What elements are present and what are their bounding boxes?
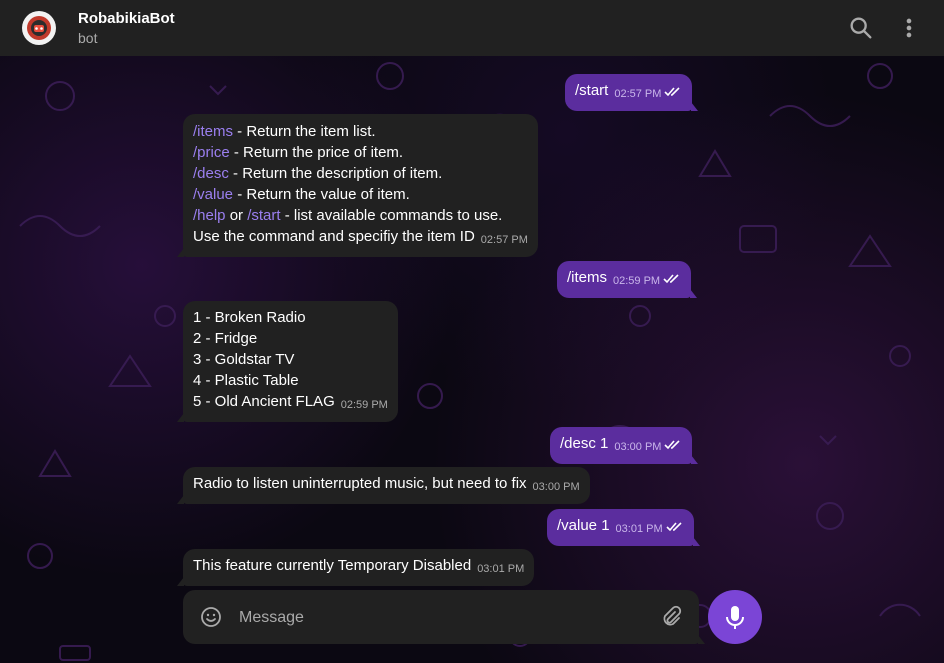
robot-logo-icon <box>23 12 55 44</box>
message-composer <box>183 590 705 644</box>
message-line: /value - Return the value of item. <box>193 184 528 205</box>
line-text: - Return the description of item. <box>228 165 443 182</box>
chat-title[interactable]: RobabikiaBot <box>78 10 175 27</box>
chat-header: RobabikiaBot bot <box>0 0 944 56</box>
microphone-icon <box>726 606 744 629</box>
message-line: 2 - Fridge <box>193 330 258 347</box>
double-check-icon <box>666 522 682 532</box>
message-time: 02:59 PM <box>613 275 661 287</box>
chat-status: bot <box>78 30 98 46</box>
line-text: - Return the value of item. <box>233 186 410 203</box>
line-text: - list available commands to use. <box>280 207 503 224</box>
message-line: /help or /start - list available command… <box>193 205 528 226</box>
message-text: /items <box>567 269 608 286</box>
message-line: Use the command and specifiy the item ID… <box>193 226 528 251</box>
outgoing-message[interactable]: /desc 1 03:00 PM <box>550 427 699 464</box>
line-text: - Return the price of item. <box>229 144 404 161</box>
outgoing-message[interactable]: /start 02:57 PM <box>565 74 699 111</box>
bot-avatar[interactable] <box>22 11 56 45</box>
message-line: /desc - Return the description of item. <box>193 163 528 184</box>
line-text: Use the command and specifiy the item ID <box>193 228 475 245</box>
message-time: 02:57 PM <box>480 234 528 246</box>
incoming-message[interactable]: This feature currently Temporary Disable… <box>176 549 535 586</box>
more-vert-icon <box>906 18 912 38</box>
command-link[interactable]: /start <box>247 207 280 224</box>
command-link[interactable]: /value <box>193 186 233 203</box>
outgoing-message[interactable]: /value 1 03:01 PM <box>547 509 700 546</box>
message-line: /items - Return the item list. <box>193 121 528 142</box>
more-options-button[interactable] <box>895 14 923 42</box>
emoji-button[interactable] <box>199 605 223 629</box>
command-link[interactable]: /price <box>193 144 230 161</box>
line-text: - Return the item list. <box>233 123 376 140</box>
message-time: 02:57 PM <box>614 88 662 100</box>
message-line: 5 - Old Ancient FLAG 02:59 PM <box>193 391 388 416</box>
message-line: 3 - Goldstar TV <box>193 351 295 368</box>
command-link[interactable]: /desc <box>193 165 229 182</box>
message-text: /start <box>575 82 609 99</box>
command-link[interactable]: /help <box>193 207 226 224</box>
line-text: 5 - Old Ancient FLAG <box>193 393 335 410</box>
message-input[interactable] <box>237 604 641 632</box>
message-time: 03:01 PM <box>615 523 663 535</box>
double-check-icon <box>664 440 681 450</box>
search-button[interactable] <box>847 14 875 42</box>
message-time: 03:00 PM <box>614 441 662 453</box>
attach-button[interactable] <box>659 605 683 629</box>
message-text: /value 1 <box>557 517 610 534</box>
incoming-message[interactable]: 1 - Broken Radio 2 - Fridge 3 - Goldstar… <box>177 301 398 422</box>
voice-record-button[interactable] <box>708 590 762 644</box>
message-line: 4 - Plastic Table <box>193 372 299 389</box>
message-text: This feature currently Temporary Disable… <box>193 557 472 574</box>
incoming-message[interactable]: /items - Return the item list. /price - … <box>177 114 538 257</box>
emoji-icon <box>201 607 221 627</box>
incoming-message[interactable]: Radio to listen uninterrupted music, but… <box>177 467 590 504</box>
message-line: 1 - Broken Radio <box>193 309 306 326</box>
message-time: 03:00 PM <box>532 481 580 493</box>
command-link[interactable]: /items <box>193 123 233 140</box>
message-text: /desc 1 <box>560 435 609 452</box>
paperclip-icon <box>663 605 682 626</box>
outgoing-message[interactable]: /items 02:59 PM <box>557 261 698 298</box>
double-check-icon <box>663 274 679 284</box>
message-text: Radio to listen uninterrupted music, but… <box>193 475 527 492</box>
search-icon <box>850 17 872 39</box>
message-time: 03:01 PM <box>477 563 525 575</box>
message-line: /price - Return the price of item. <box>193 142 528 163</box>
line-text: or <box>225 207 248 224</box>
double-check-icon <box>664 87 681 97</box>
message-time: 02:59 PM <box>340 399 388 411</box>
